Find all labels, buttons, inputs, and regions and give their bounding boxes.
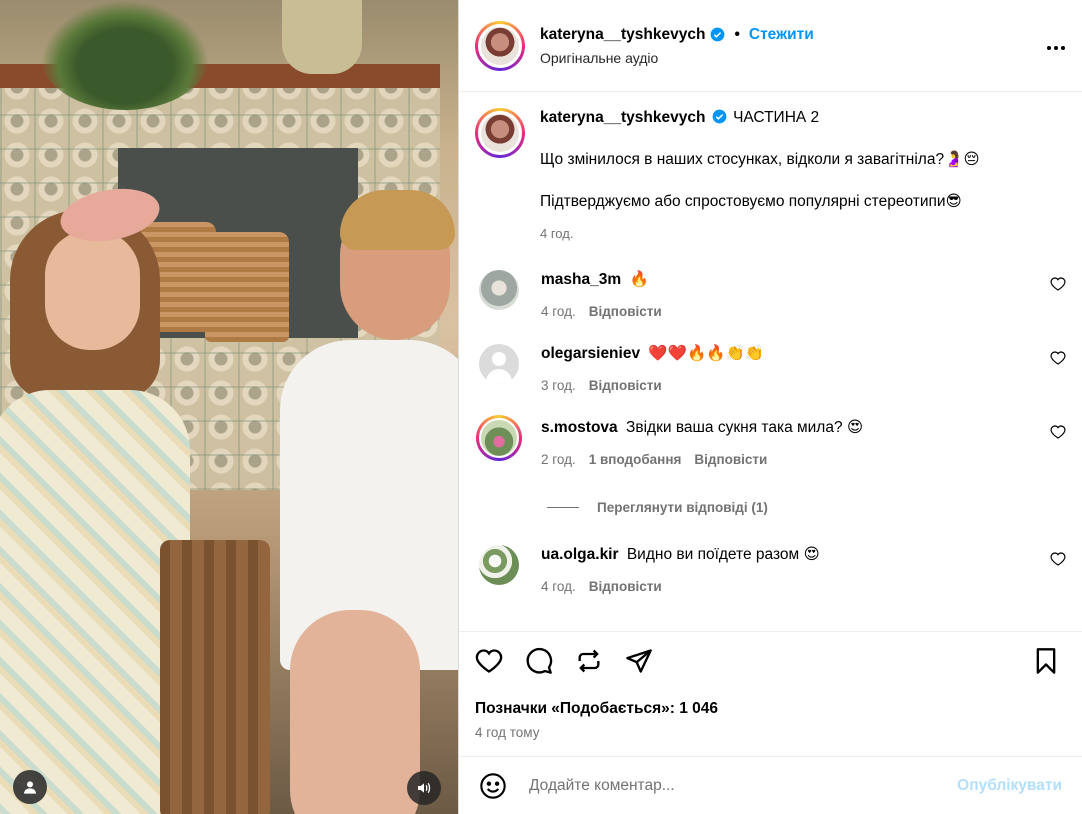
comment-text: Звідки ваша сукня така мила? 😍: [625, 419, 864, 436]
comment-text: ❤️❤️🔥🔥👏👏: [648, 345, 765, 362]
reply-button[interactable]: Відповісти: [589, 302, 662, 322]
comment-icon: [526, 647, 553, 674]
comments-list[interactable]: kateryna__tyshkevych ЧАСТИНА 2 Що змінил…: [459, 92, 1082, 631]
commenter-avatar[interactable]: [479, 344, 519, 384]
sound-toggle-button[interactable]: [407, 771, 441, 805]
post-time[interactable]: 4 год тому: [475, 725, 1066, 740]
verified-icon: [711, 27, 725, 42]
comment-likes-count[interactable]: 1 вподобання: [589, 450, 682, 470]
commenter-avatar[interactable]: [479, 270, 519, 310]
view-replies-label: Переглянути відповіді (1): [597, 500, 768, 515]
like-icon: [475, 649, 503, 673]
emoji-picker-button[interactable]: [479, 772, 507, 800]
comment-button[interactable]: [525, 647, 555, 677]
comment-item: masha_3m 🔥 4 год. Відповісти: [475, 270, 1066, 322]
caption-avatar[interactable]: [475, 108, 525, 158]
pot: [282, 0, 362, 74]
post-actions: Позначки «Подобається»: 1 046 4 год тому: [459, 631, 1082, 740]
save-button[interactable]: [1032, 647, 1062, 677]
caption-title: ЧАСТИНА 2: [733, 109, 820, 126]
action-bar: [475, 632, 1066, 692]
caption-line: Підтверджуємо або спростовуємо популярні…: [540, 193, 962, 210]
caption-line: Що змінилося в наших стосунках, відколи …: [540, 151, 980, 168]
comment-time[interactable]: 4 год.: [541, 302, 576, 322]
share-icon: [578, 649, 600, 673]
heart-icon: [1050, 552, 1066, 566]
commenter-username[interactable]: s.mostova: [541, 419, 618, 436]
heart-icon: [1050, 351, 1066, 365]
more-options-button[interactable]: [1044, 36, 1068, 60]
commenter-avatar[interactable]: [476, 415, 522, 461]
commenter-username[interactable]: olegarsieniev: [541, 345, 640, 362]
original-audio-link[interactable]: Оригінальне аудіо: [540, 50, 814, 66]
emoji-icon: [480, 772, 506, 799]
save-icon: [1036, 648, 1056, 674]
man-figure: [270, 190, 458, 814]
comment-time[interactable]: 4 год.: [541, 577, 576, 597]
commenter-username[interactable]: masha_3m: [541, 271, 621, 288]
post-header: kateryna__tyshkevych • Стежити Оригіналь…: [459, 0, 1082, 92]
send-button[interactable]: [625, 647, 655, 677]
post-side-panel: kateryna__tyshkevych • Стежити Оригіналь…: [458, 0, 1082, 814]
post-dialog: kateryna__tyshkevych • Стежити Оригіналь…: [0, 0, 1082, 814]
chair: [160, 540, 270, 814]
divider-line: [547, 507, 579, 508]
comment-like-button[interactable]: [1050, 551, 1066, 567]
leg: [290, 610, 420, 814]
likes-count[interactable]: Позначки «Подобається»: 1 046: [475, 700, 1066, 718]
face: [45, 230, 140, 350]
tag-icon: [24, 781, 36, 794]
author-meta: kateryna__tyshkevych • Стежити Оригіналь…: [540, 26, 814, 66]
reply-button[interactable]: Відповісти: [589, 376, 662, 396]
post-caption: kateryna__tyshkevych ЧАСТИНА 2 Що змінил…: [475, 92, 1066, 244]
verified-icon: [712, 109, 727, 124]
tagged-users-button[interactable]: [13, 770, 47, 804]
reply-button[interactable]: Відповісти: [589, 577, 662, 597]
comment-text: 🔥: [629, 271, 649, 288]
comment-item: olegarsieniev ❤️❤️🔥🔥👏👏 3 год. Відповісти: [475, 344, 1066, 396]
follow-button[interactable]: Стежити: [749, 26, 814, 44]
comment-like-button[interactable]: [1050, 276, 1066, 292]
separator-dot: •: [734, 25, 740, 43]
plant: [40, 0, 210, 110]
caption-username[interactable]: kateryna__tyshkevych: [540, 109, 705, 126]
caption-time: 4 год.: [540, 226, 574, 241]
commenter-avatar[interactable]: [479, 545, 519, 585]
comment-text: Видно ви поїдете разом 😍: [626, 546, 820, 563]
like-button[interactable]: [475, 647, 505, 677]
comment-item: ua.olga.kir Видно ви поїдете разом 😍 4 г…: [475, 545, 1066, 597]
reply-button[interactable]: Відповісти: [694, 450, 767, 470]
comment-like-button[interactable]: [1050, 350, 1066, 366]
sound-icon: [418, 782, 431, 794]
more-icon: [1047, 46, 1051, 50]
hair: [340, 190, 455, 250]
comment-composer: Опублікувати: [459, 756, 1082, 814]
comment-time[interactable]: 3 год.: [541, 376, 576, 396]
heart-icon: [1050, 425, 1066, 439]
share-button[interactable]: [575, 647, 605, 677]
commenter-username[interactable]: ua.olga.kir: [541, 546, 619, 563]
view-replies-button[interactable]: Переглянути відповіді (1): [547, 500, 1066, 515]
publish-button[interactable]: Опублікувати: [957, 777, 1062, 795]
author-username[interactable]: kateryna__tyshkevych: [540, 26, 705, 44]
comment-item: s.mostova Звідки ваша сукня така мила? 😍…: [475, 415, 1066, 470]
comment-input[interactable]: [529, 776, 958, 795]
comment-time[interactable]: 2 год.: [541, 450, 576, 470]
heart-icon: [1050, 277, 1066, 291]
reel-video[interactable]: [0, 0, 458, 814]
author-avatar[interactable]: [475, 20, 525, 71]
comment-like-button[interactable]: [1050, 424, 1066, 440]
send-icon: [626, 649, 652, 673]
